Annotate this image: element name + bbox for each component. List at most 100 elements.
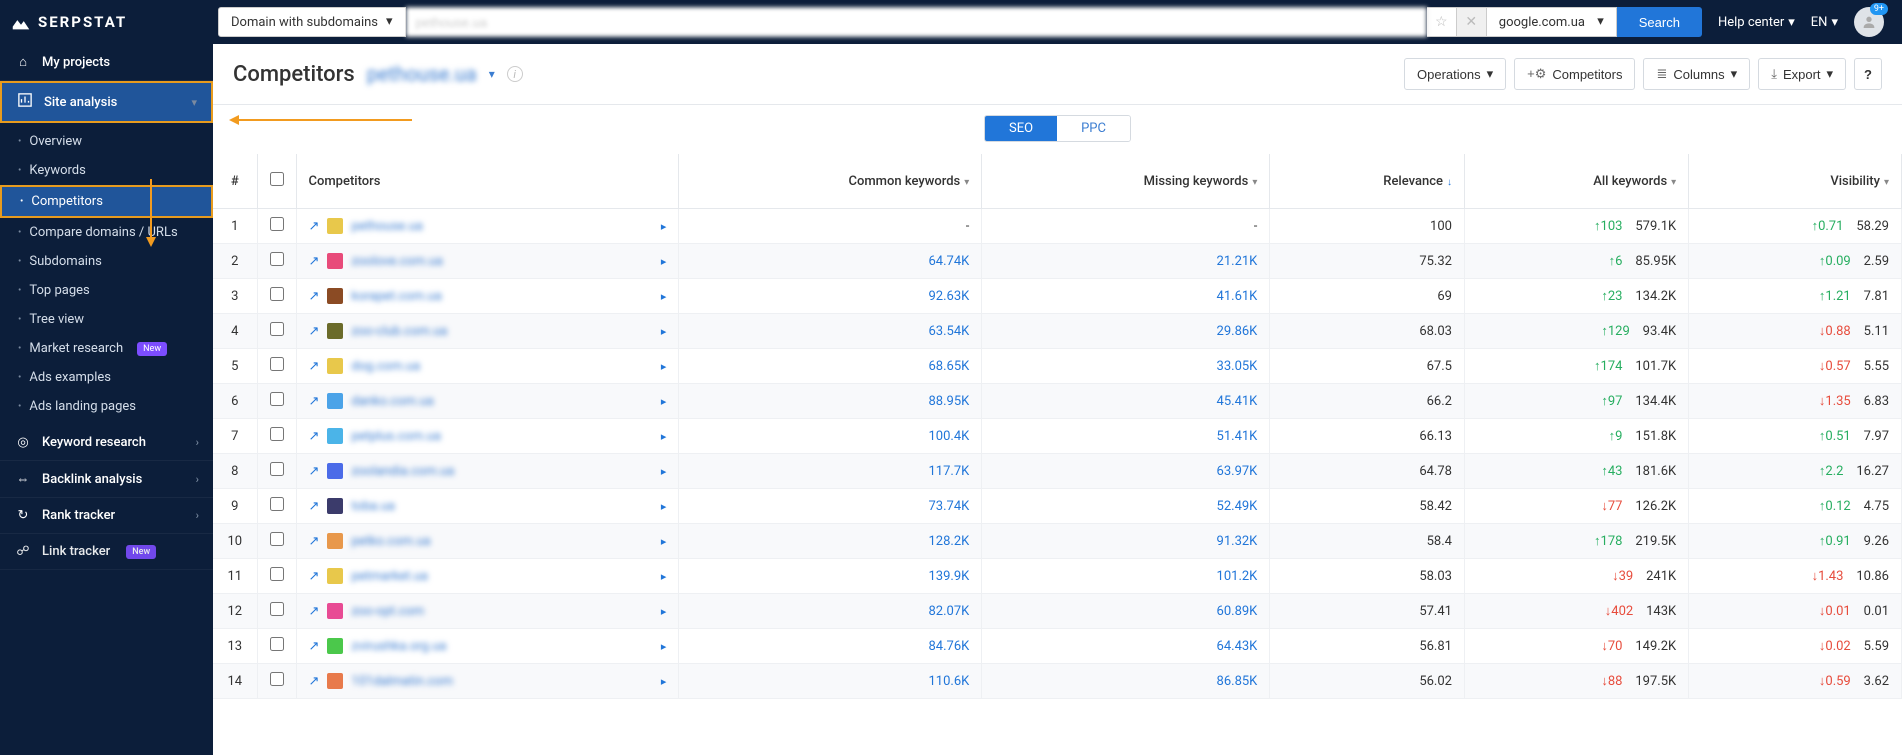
col-visibility[interactable]: Visibility▾ xyxy=(1689,154,1902,209)
star-icon[interactable]: ☆ xyxy=(1427,7,1457,37)
missing-keywords[interactable]: 29.86K xyxy=(982,314,1270,349)
export-button[interactable]: ⤓ Export ▾ xyxy=(1758,58,1846,90)
sidebar-sub-item[interactable]: Subdomains xyxy=(0,247,213,276)
col-missing[interactable]: Missing keywords▾ xyxy=(982,154,1270,209)
page-domain[interactable]: pethouse.ua xyxy=(367,62,477,86)
columns-button[interactable]: ≣ Columns ▾ xyxy=(1643,58,1750,90)
row-checkbox[interactable] xyxy=(270,357,284,371)
external-link-icon[interactable]: ↗ xyxy=(309,429,320,444)
common-keywords[interactable]: 68.65K xyxy=(679,349,982,384)
sidebar-sub-item[interactable]: Ads examples xyxy=(0,363,213,392)
row-checkbox[interactable] xyxy=(270,462,284,476)
competitor-domain[interactable]: petmarket.ua xyxy=(351,569,428,584)
caret-down-icon[interactable]: ▾ xyxy=(489,67,495,81)
expand-icon[interactable]: ▸ xyxy=(661,360,667,373)
missing-keywords[interactable]: 60.89K xyxy=(982,594,1270,629)
external-link-icon[interactable]: ↗ xyxy=(309,289,320,304)
common-keywords[interactable]: 117.7K xyxy=(679,454,982,489)
sidebar-sub-item[interactable]: Ads landing pages xyxy=(0,392,213,421)
clear-icon[interactable]: ✕ xyxy=(1457,7,1487,37)
competitor-domain[interactable]: korapet.com.ua xyxy=(351,289,441,304)
row-checkbox[interactable] xyxy=(270,322,284,336)
user-avatar[interactable]: 9+ xyxy=(1854,7,1884,37)
missing-keywords[interactable]: 52.49K xyxy=(982,489,1270,524)
missing-keywords[interactable]: 64.43K xyxy=(982,629,1270,664)
external-link-icon[interactable]: ↗ xyxy=(309,604,320,619)
common-keywords[interactable]: 84.76K xyxy=(679,629,982,664)
common-keywords[interactable]: - xyxy=(679,209,982,244)
competitor-domain[interactable]: zoolove.com.ua xyxy=(351,254,442,269)
missing-keywords[interactable]: 91.32K xyxy=(982,524,1270,559)
expand-icon[interactable]: ▸ xyxy=(661,255,667,268)
row-checkbox[interactable] xyxy=(270,427,284,441)
sidebar-sub-item[interactable]: Compare domains / URLs xyxy=(0,218,213,247)
row-checkbox[interactable] xyxy=(270,672,284,686)
row-checkbox[interactable] xyxy=(270,392,284,406)
sidebar-sub-item[interactable]: Competitors xyxy=(0,185,213,218)
sidebar-item-my-projects[interactable]: ⌂ My projects xyxy=(0,44,213,81)
help-button[interactable]: ? xyxy=(1854,58,1882,90)
row-checkbox[interactable] xyxy=(270,602,284,616)
sidebar-sub-item[interactable]: Market researchNew xyxy=(0,334,213,363)
expand-icon[interactable]: ▸ xyxy=(661,570,667,583)
competitor-domain[interactable]: zvirushka.org.ua xyxy=(351,639,446,654)
missing-keywords[interactable]: 33.05K xyxy=(982,349,1270,384)
expand-icon[interactable]: ▸ xyxy=(661,605,667,618)
external-link-icon[interactable]: ↗ xyxy=(309,219,320,234)
row-checkbox[interactable] xyxy=(270,287,284,301)
external-link-icon[interactable]: ↗ xyxy=(309,499,320,514)
common-keywords[interactable]: 88.95K xyxy=(679,384,982,419)
common-keywords[interactable]: 92.63K xyxy=(679,279,982,314)
help-center-link[interactable]: Help center ▾ xyxy=(1718,15,1795,30)
search-engine-select[interactable]: google.com.ua ▾ xyxy=(1487,7,1617,37)
common-keywords[interactable]: 64.74K xyxy=(679,244,982,279)
row-checkbox[interactable] xyxy=(270,567,284,581)
expand-icon[interactable]: ▸ xyxy=(661,500,667,513)
sidebar-item-link-tracker[interactable]: ☍ Link tracker New xyxy=(0,534,213,570)
info-icon[interactable]: i xyxy=(507,66,523,82)
language-select[interactable]: EN ▾ xyxy=(1811,15,1838,30)
tab-ppc[interactable]: PPC xyxy=(1057,116,1130,141)
missing-keywords[interactable]: 63.97K xyxy=(982,454,1270,489)
col-all[interactable]: All keywords▾ xyxy=(1464,154,1688,209)
competitor-domain[interactable]: toba.ua xyxy=(351,499,395,514)
external-link-icon[interactable]: ↗ xyxy=(309,359,320,374)
row-checkbox[interactable] xyxy=(270,217,284,231)
sidebar-item-keyword-research[interactable]: ◎ Keyword research › xyxy=(0,425,213,461)
brand-logo[interactable]: SERPSTAT xyxy=(10,11,210,33)
competitor-domain[interactable]: petplus.com.ua xyxy=(351,429,441,444)
missing-keywords[interactable]: - xyxy=(982,209,1270,244)
sidebar-item-rank-tracker[interactable]: ↻ Rank tracker › xyxy=(0,498,213,534)
col-number[interactable]: # xyxy=(213,154,257,209)
expand-icon[interactable]: ▸ xyxy=(661,430,667,443)
tab-seo[interactable]: SEO xyxy=(985,116,1057,141)
competitor-domain[interactable]: dog.com.ua xyxy=(351,359,420,374)
sidebar-item-site-analysis[interactable]: Site analysis ▾ xyxy=(0,81,213,123)
external-link-icon[interactable]: ↗ xyxy=(309,464,320,479)
common-keywords[interactable]: 128.2K xyxy=(679,524,982,559)
search-button[interactable]: Search xyxy=(1617,7,1702,37)
competitor-domain[interactable]: 101dalmatin.com xyxy=(351,674,453,689)
col-relevance[interactable]: Relevance↓ xyxy=(1270,154,1465,209)
expand-icon[interactable]: ▸ xyxy=(661,640,667,653)
common-keywords[interactable]: 82.07K xyxy=(679,594,982,629)
add-competitors-button[interactable]: +⚙ Competitors xyxy=(1514,58,1635,90)
competitor-domain[interactable]: zoo-club.com.ua xyxy=(351,324,447,339)
sidebar-item-backlink-analysis[interactable]: ⇔ Backlink analysis › xyxy=(0,461,213,498)
external-link-icon[interactable]: ↗ xyxy=(309,639,320,654)
expand-icon[interactable]: ▸ xyxy=(661,290,667,303)
common-keywords[interactable]: 110.6K xyxy=(679,664,982,699)
select-all-checkbox[interactable] xyxy=(270,172,284,186)
expand-icon[interactable]: ▸ xyxy=(661,220,667,233)
domain-type-select[interactable]: Domain with subdomains ▾ xyxy=(218,7,406,37)
external-link-icon[interactable]: ↗ xyxy=(309,569,320,584)
operations-button[interactable]: Operations ▾ xyxy=(1404,58,1506,90)
missing-keywords[interactable]: 86.85K xyxy=(982,664,1270,699)
missing-keywords[interactable]: 21.21K xyxy=(982,244,1270,279)
competitor-domain[interactable]: zoolandia.com.ua xyxy=(351,464,454,479)
competitor-domain[interactable]: petko.com.ua xyxy=(351,534,430,549)
competitor-domain[interactable]: zoo-opt.com xyxy=(351,604,424,619)
common-keywords[interactable]: 100.4K xyxy=(679,419,982,454)
common-keywords[interactable]: 63.54K xyxy=(679,314,982,349)
row-checkbox[interactable] xyxy=(270,252,284,266)
